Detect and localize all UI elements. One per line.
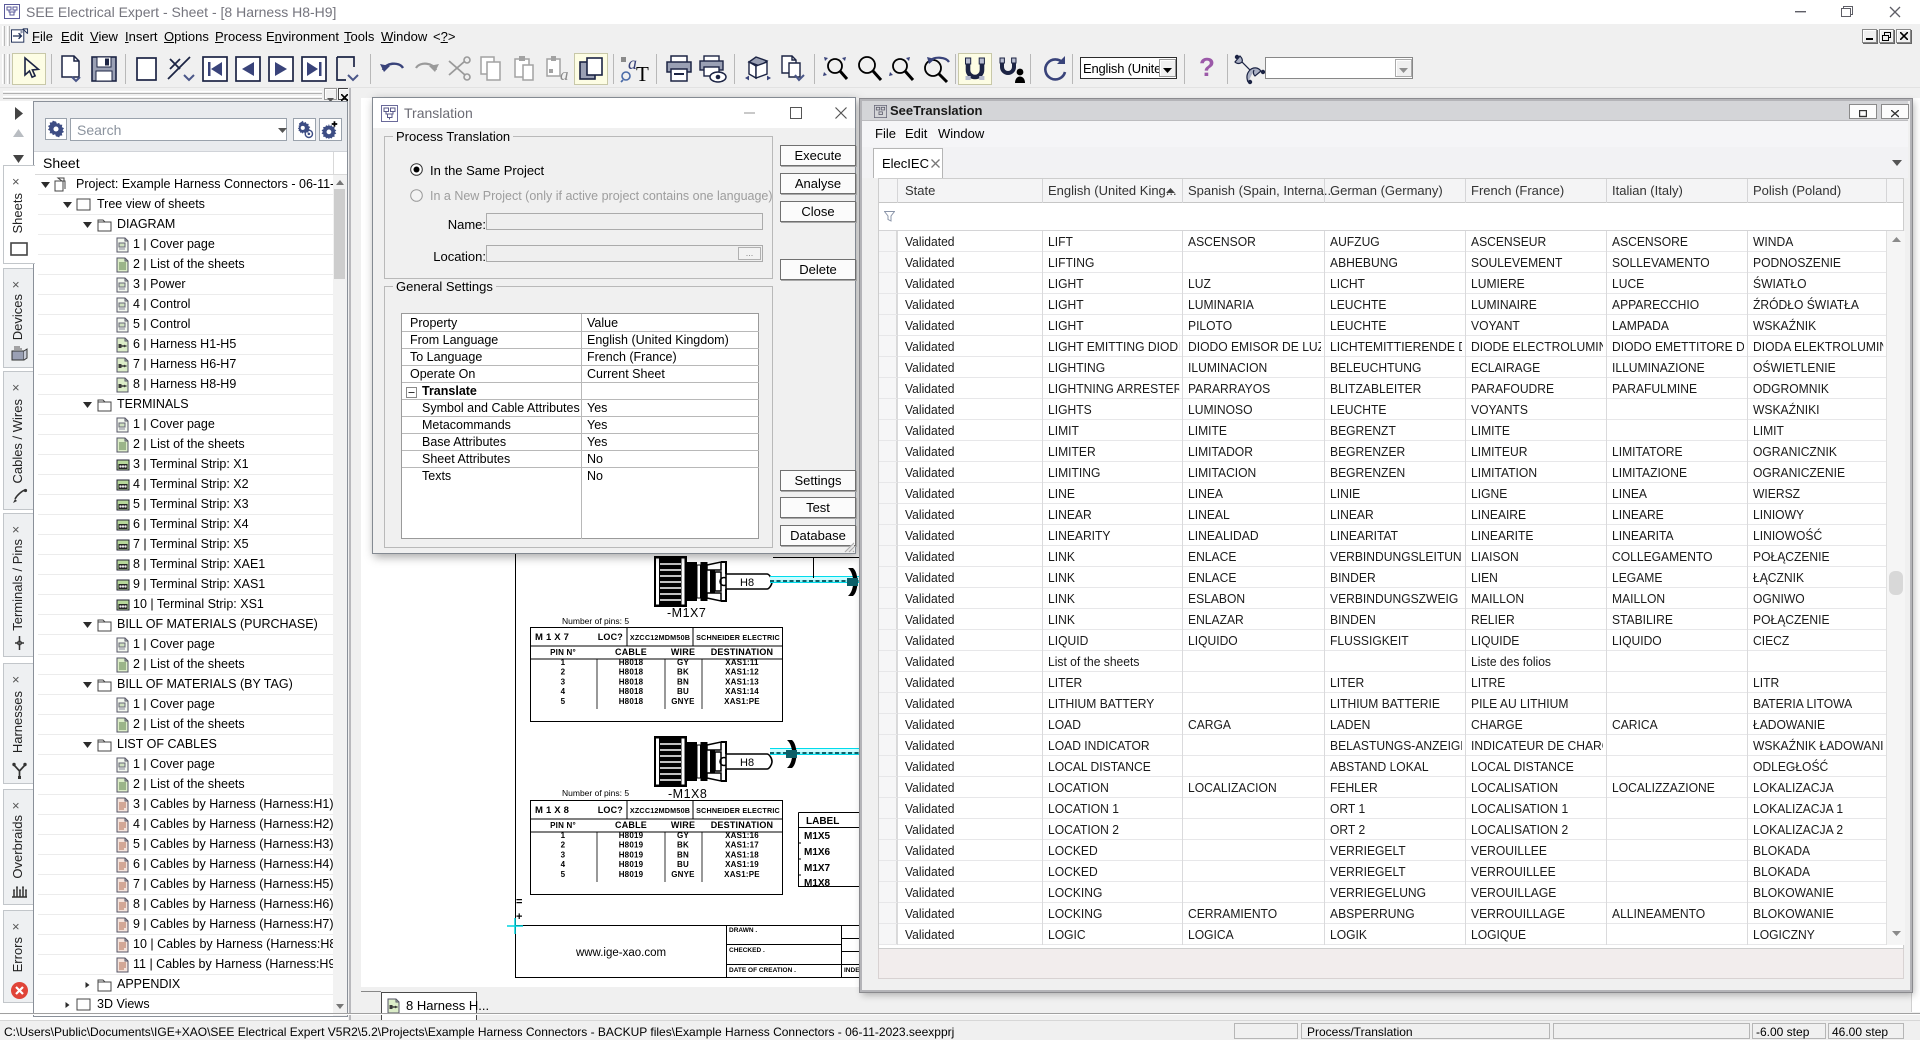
svg-text:XAS1:12: XAS1:12 (725, 668, 759, 677)
svg-text:M 1 X 8: M 1 X 8 (535, 805, 569, 816)
svg-text:M1X7: M1X7 (804, 863, 831, 874)
svg-text:XZCC12MDM50B: XZCC12MDM50B (630, 806, 690, 815)
svg-text:T: T (636, 62, 649, 85)
svg-text:H8018: H8018 (619, 697, 644, 706)
svg-text:WIRE: WIRE (671, 820, 695, 830)
svg-text:1: 1 (561, 658, 566, 667)
svg-text:XAS1:19: XAS1:19 (725, 860, 759, 869)
svg-text:M1X6: M1X6 (804, 847, 831, 858)
svg-text:XAS1:14: XAS1:14 (725, 687, 759, 696)
svg-text:GY: GY (677, 831, 689, 840)
svg-text:H8019: H8019 (619, 841, 644, 850)
svg-text:BN: BN (677, 850, 689, 859)
svg-text:XAS1:13: XAS1:13 (725, 677, 759, 686)
svg-text:SCHNEIDER ELECTRIC: SCHNEIDER ELECTRIC (696, 633, 780, 642)
svg-text:H8019: H8019 (619, 860, 644, 869)
svg-text:PIN N°: PIN N° (550, 648, 576, 657)
svg-text:1: 1 (561, 831, 566, 840)
svg-text:H8018: H8018 (619, 687, 644, 696)
svg-text:GNYE: GNYE (671, 870, 695, 879)
svg-text:BU: BU (677, 860, 689, 869)
svg-text:BK: BK (677, 841, 689, 850)
svg-text:a: a (560, 65, 569, 84)
svg-text:H8: H8 (740, 577, 754, 589)
svg-text:XAS1:PE: XAS1:PE (724, 697, 760, 706)
svg-text:4: 4 (561, 860, 566, 869)
svg-text:H8018: H8018 (619, 668, 644, 677)
svg-text:WIRE: WIRE (671, 647, 695, 657)
svg-text:3: 3 (561, 850, 566, 859)
svg-text:H8018: H8018 (619, 677, 644, 686)
svg-text:XAS1:18: XAS1:18 (725, 850, 759, 859)
svg-text:H8019: H8019 (619, 831, 644, 840)
svg-text:BN: BN (677, 677, 689, 686)
svg-text:H8019: H8019 (619, 870, 644, 879)
svg-text:CABLE: CABLE (615, 820, 647, 830)
svg-text:2: 2 (561, 841, 566, 850)
svg-text:H8018: H8018 (619, 658, 644, 667)
svg-text:CABLE: CABLE (615, 647, 647, 657)
svg-text:DESTINATION: DESTINATION (711, 820, 774, 830)
svg-text:2: 2 (561, 668, 566, 677)
svg-text:GNYE: GNYE (671, 697, 695, 706)
svg-text:DESTINATION: DESTINATION (711, 647, 774, 657)
svg-text:XAS1:16: XAS1:16 (725, 831, 759, 840)
svg-text:LOC?: LOC? (598, 632, 623, 642)
svg-text:SCHNEIDER ELECTRIC: SCHNEIDER ELECTRIC (696, 806, 780, 815)
svg-text:5: 5 (561, 697, 566, 706)
svg-text:XZCC12MDM50B: XZCC12MDM50B (630, 633, 690, 642)
svg-text:LOC?: LOC? (598, 805, 623, 815)
svg-text:M 1 X 7: M 1 X 7 (535, 632, 569, 643)
svg-text:XAS1:11: XAS1:11 (725, 658, 759, 667)
svg-text:XAS1:PE: XAS1:PE (724, 870, 760, 879)
svg-text:GY: GY (677, 658, 689, 667)
svg-text:BU: BU (677, 687, 689, 696)
svg-text:M1X8: M1X8 (804, 878, 831, 887)
svg-text:PIN N°: PIN N° (550, 821, 576, 830)
svg-text:3: 3 (561, 677, 566, 686)
svg-text:LABEL: LABEL (806, 816, 839, 827)
svg-text:H8019: H8019 (619, 850, 644, 859)
svg-text:M1X5: M1X5 (804, 831, 831, 842)
svg-text:XAS1:17: XAS1:17 (725, 841, 759, 850)
svg-text:H8: H8 (740, 757, 754, 769)
svg-text:BK: BK (677, 668, 689, 677)
svg-text:5: 5 (561, 870, 566, 879)
svg-text:4: 4 (561, 687, 566, 696)
